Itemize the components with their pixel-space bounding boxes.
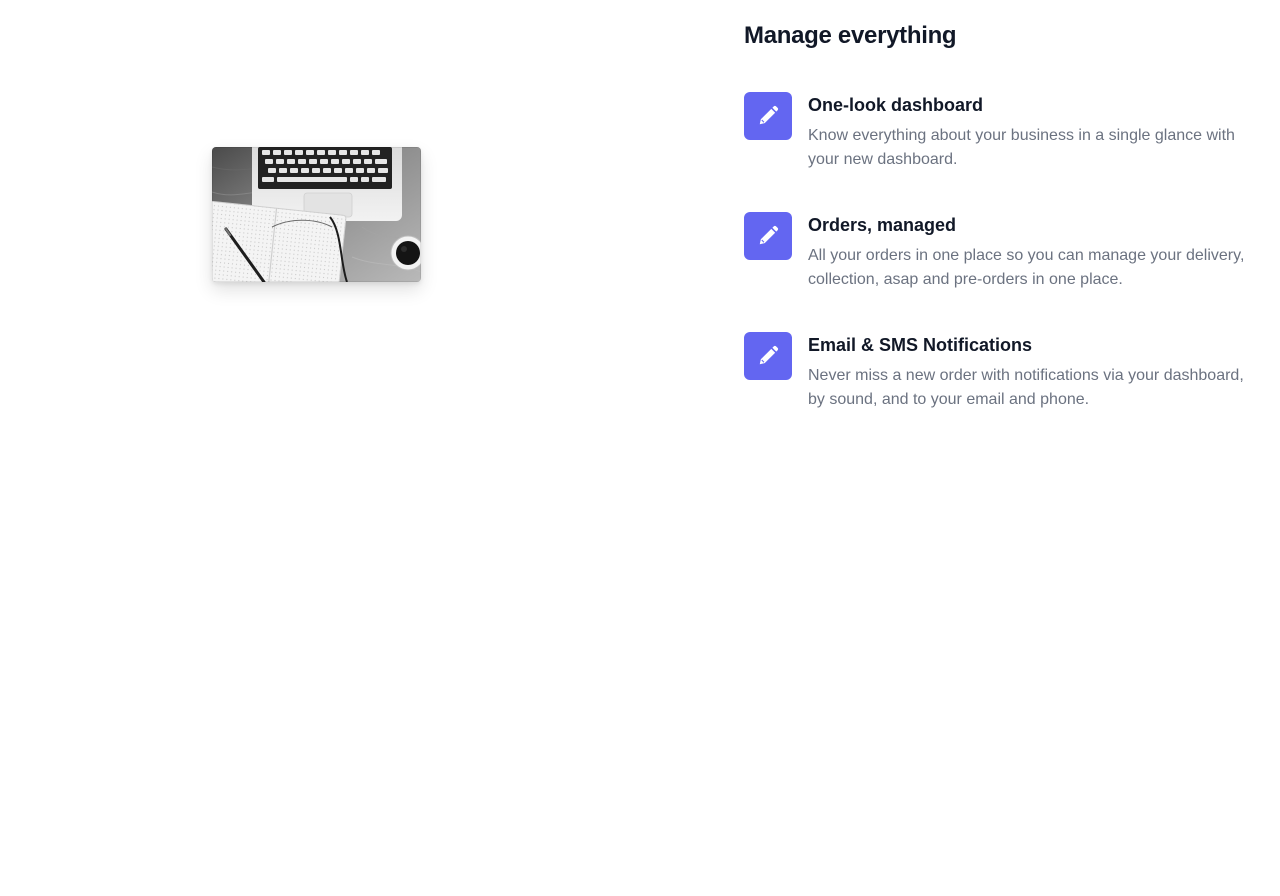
feature-description: Know everything about your business in a… (808, 127, 1235, 168)
feature-description: All your orders in one place so you can … (808, 247, 1245, 288)
feature-body: Orders, managed All your orders in one p… (808, 212, 1254, 292)
features-section: Manage everything One-look dashboard Kno… (744, 18, 1254, 452)
feature-title: One-look dashboard (808, 95, 984, 115)
feature-body: One-look dashboard Know everything about… (808, 92, 1254, 172)
feature-description: Never miss a new order with notification… (808, 367, 1244, 408)
page: Manage everything One-look dashboard Kno… (0, 0, 1280, 896)
hero-image (212, 147, 421, 282)
feature-list: One-look dashboard Know everything about… (744, 92, 1254, 452)
feature-item-orders: Orders, managed All your orders in one p… (744, 212, 1254, 332)
feature-title: Orders, managed (808, 215, 957, 235)
laptop-photo-icon (212, 147, 421, 282)
feature-item-notifications: Email & SMS Notifications Never miss a n… (744, 332, 1254, 452)
pencil-icon (744, 332, 792, 380)
section-title: Manage everything (744, 22, 957, 49)
feature-body: Email & SMS Notifications Never miss a n… (808, 332, 1254, 412)
pencil-icon (744, 92, 792, 140)
feature-title: Email & SMS Notifications (808, 335, 1033, 355)
pencil-icon (744, 212, 792, 260)
feature-item-dashboard: One-look dashboard Know everything about… (744, 92, 1254, 212)
